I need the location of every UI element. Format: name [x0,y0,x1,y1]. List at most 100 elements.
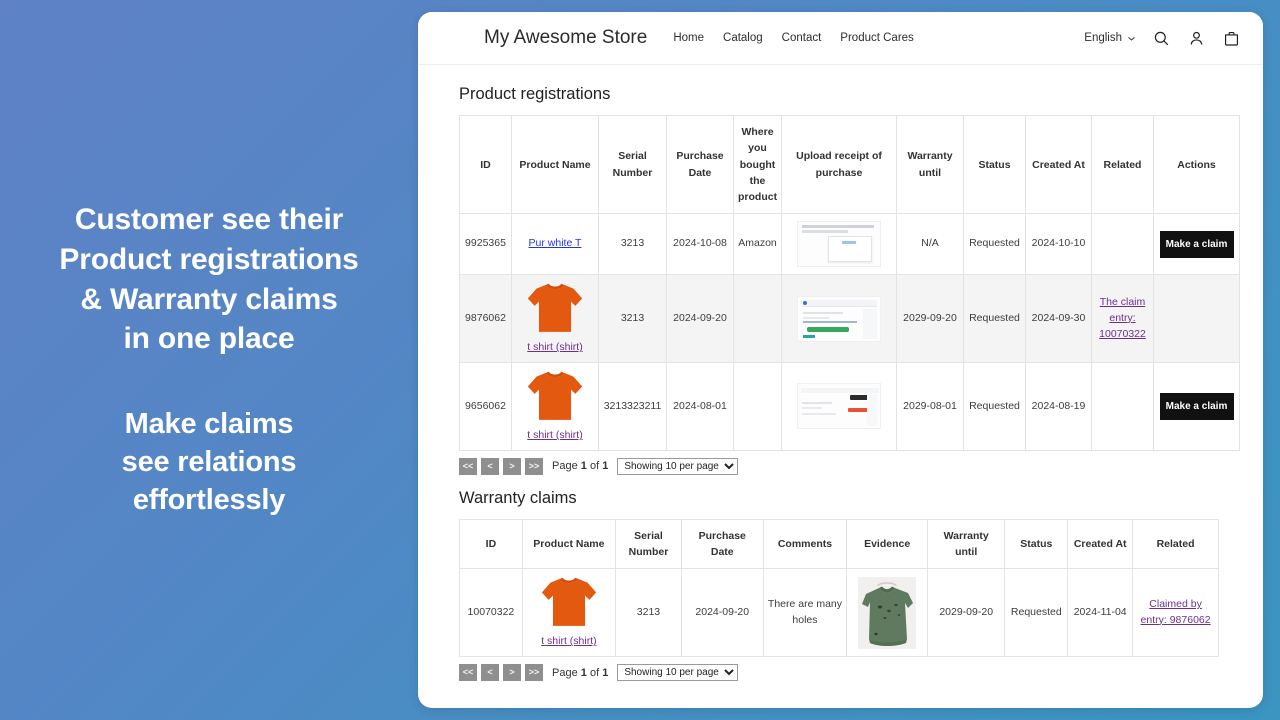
cell-product-name: Pur white T [511,213,599,276]
cell-receipt [781,362,897,451]
product-link[interactable]: Pur white T [529,236,582,251]
tshirt-image [527,284,583,333]
language-label: English [1084,32,1122,44]
nav-product-cares[interactable]: Product Cares [840,32,914,44]
cell-actions [1153,274,1240,364]
cell-warranty-until: N/A [896,213,964,276]
col-id: ID [459,114,512,215]
promo-line: in one place [123,322,295,356]
account-icon[interactable] [1187,29,1206,48]
cell-created-at: 2024-09-30 [1025,274,1092,364]
col-status: Status [963,114,1026,215]
table-row: 9876062 t shirt (shirt) 3213 2024-09-20 [459,274,1240,364]
cart-icon[interactable] [1222,29,1241,48]
search-icon[interactable] [1152,29,1171,48]
cell-receipt [781,274,897,364]
pager-next-button[interactable]: > [503,457,521,475]
cell-related: The claim entry: 10070322 [1091,274,1154,364]
pager-first-button[interactable]: << [459,457,477,475]
cell-serial: 3213 [614,568,682,658]
col-where-bought: Where you bought the product [733,114,782,215]
promo-line: Customer see their [74,203,344,237]
cell-purchase-date: 2024-09-20 [680,568,764,658]
language-selector[interactable]: English [1084,32,1136,44]
cell-id: 9876062 [459,274,512,364]
cell-comments: There are many holes [762,568,848,658]
receipt-thumbnail-order[interactable] [797,383,881,430]
cell-id: 9925365 [459,213,512,276]
promo-line: Make claims [124,407,294,440]
cell-purchase-date: 2024-08-01 [666,362,734,451]
cell-receipt [781,213,897,276]
chevron-down-icon [1128,36,1135,41]
col-upload-receipt: Upload receipt of purchase [781,114,897,215]
product-link[interactable]: t shirt (shirt) [527,428,582,443]
claims-title: Warranty claims [459,488,577,507]
cell-warranty-until: 2029-09-20 [926,568,1006,658]
pager-last-button[interactable]: >> [525,457,543,475]
table-header-row: ID Product Name Serial Number Purchase D… [459,114,1240,215]
pager-next-button[interactable]: > [503,664,521,682]
receipt-thumbnail-form[interactable] [797,221,881,268]
col-warranty-until: Warranty until [896,114,964,215]
cell-product-name: t shirt (shirt) [511,274,599,364]
promo-line: Product registrations [59,243,359,276]
per-page-select[interactable]: Showing 10 per page Showing 20 per page … [617,664,739,682]
cell-purchase-date: 2024-10-08 [666,213,734,276]
warranty-claims-table: ID Product Name Serial Number Purchase D… [459,518,1219,658]
cell-where-bought [733,274,782,364]
per-page-select[interactable]: Showing 10 per page Showing 20 per page … [617,457,739,475]
col-created-at: Created At [1067,518,1134,570]
col-actions: Actions [1153,114,1240,215]
table-row: 9925365 Pur white T 3213 2024-10-08 Amaz… [459,213,1240,276]
col-product-name: Product Name [521,518,616,570]
cell-related [1091,362,1154,451]
product-link[interactable]: t shirt (shirt) [527,340,582,355]
cell-created-at: 2024-08-19 [1025,362,1092,451]
cell-status: Requested [1004,568,1069,658]
cell-evidence [846,568,928,658]
related-registration-link[interactable]: Claimed by entry: 9876062 [1137,597,1214,629]
related-claim-link[interactable]: The claim entry: 10070322 [1096,295,1149,342]
nav-home[interactable]: Home [673,32,704,44]
col-product-name: Product Name [511,114,599,215]
registrations-pagination: << < > >> Page 1 of 1 Showing 10 per pag… [459,457,1243,476]
store-header: My Awesome Store Home Catalog Contact Pr… [418,12,1263,65]
pager-prev-button[interactable]: < [481,457,499,475]
col-related: Related [1091,114,1154,215]
cell-actions: Make a claim [1153,213,1240,276]
pager-last-button[interactable]: >> [525,664,543,682]
receipt-thumbnail-dashboard[interactable] [797,295,881,342]
tshirt-image [527,371,583,420]
make-a-claim-button[interactable]: Make a claim [1159,392,1234,421]
cell-status: Requested [963,274,1026,364]
col-id: ID [459,518,523,570]
nav-catalog[interactable]: Catalog [723,32,763,44]
cell-product-name: t shirt (shirt) [511,362,599,451]
nav-contact[interactable]: Contact [782,32,822,44]
pager-status: Page 1 of 1 [552,666,609,679]
cell-id: 9656062 [459,362,512,451]
cell-status: Requested [963,362,1026,451]
product-link[interactable]: t shirt (shirt) [541,634,596,649]
cell-id: 10070322 [459,568,523,658]
cell-created-at: 2024-11-04 [1067,568,1134,658]
col-related: Related [1132,518,1219,570]
make-a-claim-button[interactable]: Make a claim [1159,230,1234,259]
promo-panel: Customer see their Product registrations… [0,0,418,720]
store-brand[interactable]: My Awesome Store [484,27,647,49]
cell-related: Claimed by entry: 9876062 [1132,568,1219,658]
registrations-title: Product registrations [459,85,611,103]
pager-prev-button[interactable]: < [481,664,499,682]
evidence-photo-green-shirt[interactable] [858,576,917,649]
cell-created-at: 2024-10-10 [1025,213,1092,276]
page-body: Product registrations ID Product Name Se… [418,65,1263,708]
pager-first-button[interactable]: << [459,664,477,682]
cell-where-bought: Amazon [733,213,782,276]
col-purchase-date: Purchase Date [680,518,764,570]
cell-where-bought [733,362,782,451]
promo-line: & Warranty claims [80,282,338,316]
table-row: 9656062 t shirt (shirt) 3213323211 2024-… [459,362,1240,451]
cell-warranty-until: 2029-08-01 [896,362,964,451]
store-window: My Awesome Store Home Catalog Contact Pr… [418,12,1263,708]
